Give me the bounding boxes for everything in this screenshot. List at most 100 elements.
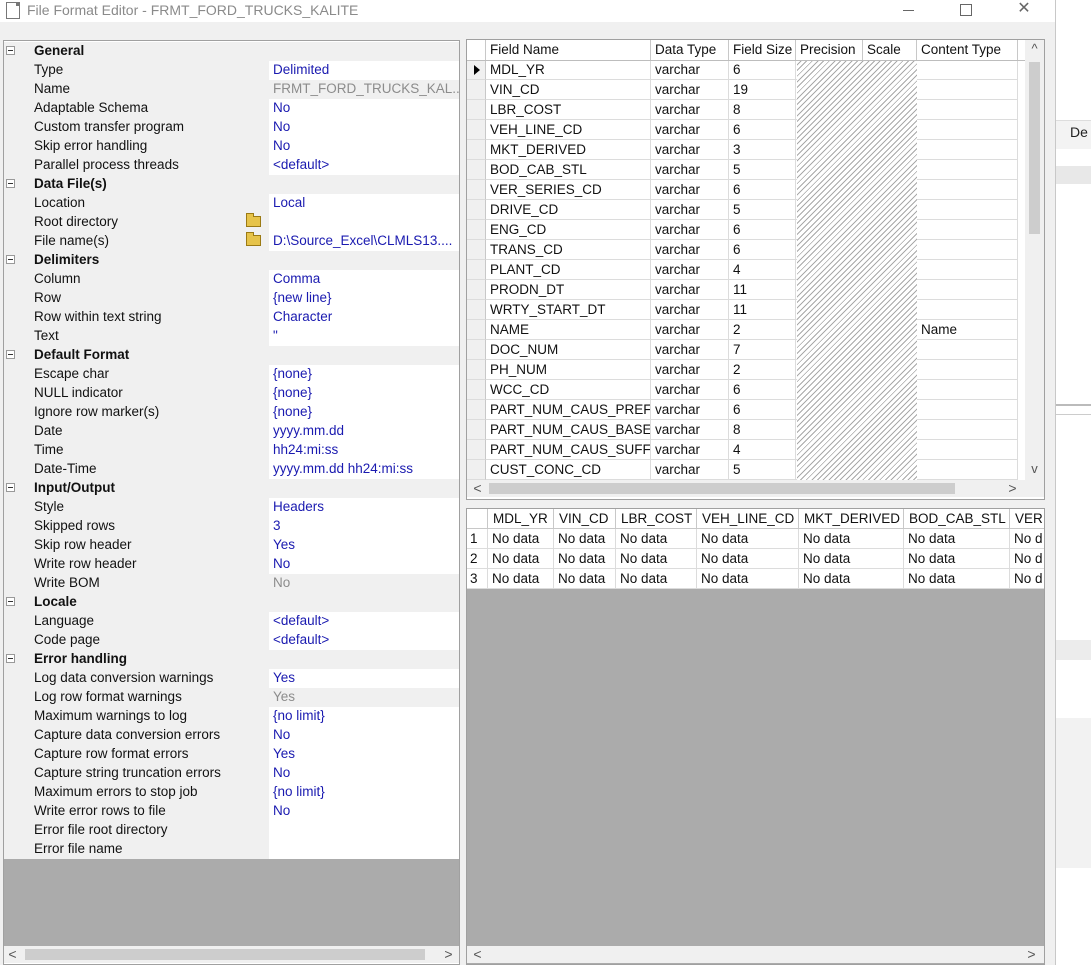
property-value-cell[interactable] [269,213,459,232]
row-selector[interactable] [467,120,486,140]
field-size-cell[interactable]: 2 [729,320,796,340]
row-selector[interactable] [467,400,486,420]
field-size-cell[interactable]: 6 [729,400,796,420]
data-type-cell[interactable]: varchar [651,140,729,160]
preview-column-header[interactable]: MKT_DERIVED [799,509,904,529]
scroll-right-icon[interactable]: > [1004,480,1021,497]
field-name-cell[interactable]: DOC_NUM [486,340,651,360]
field-name-cell[interactable]: PART_NUM_CAUS_PREF [486,400,651,420]
field-row[interactable]: PART_NUM_CAUS_PREF varchar 6 [467,400,1027,420]
property-category[interactable]: Input/Output [4,479,459,498]
data-type-cell[interactable]: varchar [651,460,729,480]
field-size-cell[interactable]: 2 [729,360,796,380]
field-row[interactable]: DOC_NUM varchar 7 [467,340,1027,360]
data-type-cell[interactable]: varchar [651,120,729,140]
field-row[interactable]: TRANS_CD varchar 6 [467,240,1027,260]
data-type-cell[interactable]: varchar [651,160,729,180]
preview-cell[interactable]: No data [904,549,1010,569]
property-value[interactable]: No [273,119,459,134]
preview-row[interactable]: 3 No data No data No data No data No data No d… [467,569,1044,589]
field-name-cell[interactable]: PART_NUM_CAUS_SUFF [486,440,651,460]
property-row[interactable]: Write row header No [4,555,459,574]
property-row[interactable]: Error file name [4,840,459,859]
content-type-cell[interactable] [917,220,1018,240]
content-type-cell[interactable] [917,420,1018,440]
property-category[interactable]: Delimiters [4,251,459,270]
property-value[interactable]: No [273,727,459,742]
collapse-icon[interactable] [6,350,15,359]
column-header-field-size[interactable]: Field Size [729,40,796,60]
property-row[interactable]: Name FRMT_FORD_TRUCKS_KAL... [4,80,459,99]
scroll-left-icon[interactable]: < [469,946,486,963]
preview-column-header[interactable]: LBR_COST [616,509,697,529]
preview-column-header[interactable]: VEH_LINE_CD [697,509,799,529]
property-value[interactable]: {none} [273,404,459,419]
scroll-left-icon[interactable]: < [4,946,21,963]
content-type-cell[interactable] [917,140,1018,160]
field-size-cell[interactable]: 6 [729,240,796,260]
field-name-cell[interactable]: WCC_CD [486,380,651,400]
field-row[interactable]: VER_SERIES_CD varchar 6 [467,180,1027,200]
property-row[interactable]: Capture row format errors Yes [4,745,459,764]
property-value[interactable]: Yes [273,746,459,761]
field-grid-horizontal-scrollbar[interactable]: < > [467,480,1044,497]
field-size-cell[interactable]: 8 [729,420,796,440]
preview-column-header[interactable]: BOD_CAB_STL [904,509,1010,529]
property-category[interactable]: Error handling [4,650,459,669]
field-name-cell[interactable]: VEH_LINE_CD [486,120,651,140]
scroll-up-icon[interactable]: ^ [1025,40,1044,58]
field-row[interactable]: CUST_CONC_CD varchar 5 [467,460,1027,480]
property-row[interactable]: Write error rows to file No [4,802,459,821]
property-category[interactable]: General [4,42,459,61]
content-type-cell[interactable] [917,120,1018,140]
data-type-cell[interactable]: varchar [651,400,729,420]
field-name-cell[interactable]: VER_SERIES_CD [486,180,651,200]
field-name-cell[interactable]: PLANT_CD [486,260,651,280]
preview-cell[interactable]: No data [488,529,554,549]
scroll-thumb[interactable] [489,483,955,494]
content-type-cell[interactable] [917,200,1018,220]
field-row[interactable]: PH_NUM varchar 2 [467,360,1027,380]
preview-cell[interactable]: No data [799,549,904,569]
row-selector[interactable] [467,420,486,440]
column-header-field-name[interactable]: Field Name [486,40,651,60]
row-selector[interactable] [467,60,486,80]
property-row[interactable]: Ignore row marker(s) {none} [4,403,459,422]
data-type-cell[interactable]: varchar [651,420,729,440]
preview-cell[interactable]: No d [1010,569,1044,589]
preview-cell[interactable]: No data [697,569,799,589]
data-type-cell[interactable]: varchar [651,440,729,460]
content-type-cell[interactable] [917,100,1018,120]
property-row[interactable]: Location Local [4,194,459,213]
collapse-icon[interactable] [6,483,15,492]
row-selector[interactable] [467,80,486,100]
data-type-cell[interactable]: varchar [651,300,729,320]
property-value-cell[interactable] [269,840,459,859]
preview-cell[interactable]: No data [616,569,697,589]
property-value[interactable]: D:\Source_Excel\CLMLS13.... [273,233,459,248]
content-type-cell[interactable] [917,180,1018,200]
field-row[interactable]: PART_NUM_CAUS_SUFF varchar 4 [467,440,1027,460]
property-row[interactable]: Escape char {none} [4,365,459,384]
field-size-cell[interactable]: 4 [729,260,796,280]
scroll-thumb[interactable] [1029,62,1040,234]
field-row[interactable]: PRODN_DT varchar 11 [467,280,1027,300]
data-type-cell[interactable]: varchar [651,200,729,220]
collapse-icon[interactable] [6,654,15,663]
property-value[interactable]: Yes [273,670,459,685]
properties-horizontal-scrollbar[interactable]: < > [4,946,459,963]
row-selector[interactable] [467,240,486,260]
field-size-cell[interactable]: 5 [729,460,796,480]
preview-cell[interactable]: No data [488,549,554,569]
row-selector[interactable] [467,260,486,280]
row-selector[interactable] [467,300,486,320]
property-row[interactable]: Date-Time yyyy.mm.dd hh24:mi:ss [4,460,459,479]
row-selector[interactable] [467,280,486,300]
preview-cell[interactable]: No data [554,569,616,589]
property-value[interactable]: {none} [273,366,459,381]
property-value[interactable]: Yes [273,689,459,704]
field-size-cell[interactable]: 11 [729,300,796,320]
field-size-cell[interactable]: 7 [729,340,796,360]
property-value[interactable]: No [273,803,459,818]
data-type-cell[interactable]: varchar [651,360,729,380]
